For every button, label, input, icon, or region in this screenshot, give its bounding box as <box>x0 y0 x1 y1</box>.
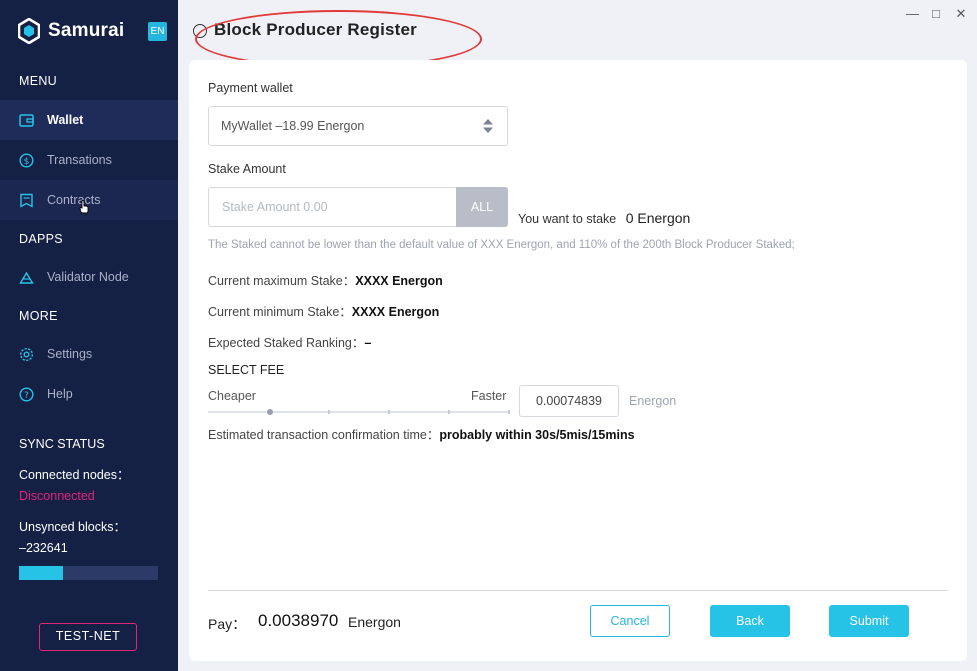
gear-icon <box>19 347 34 361</box>
stake-amount-input[interactable] <box>208 187 457 227</box>
sidebar-item-label: Wallet <box>47 113 84 127</box>
fee-cheaper-label: Cheaper <box>208 389 256 403</box>
sidebar-item-label: Settings <box>47 347 93 361</box>
submit-button[interactable]: Submit <box>829 605 909 637</box>
brand[interactable]: Samurai <box>18 18 124 44</box>
more-section-title: MORE <box>19 309 58 323</box>
fee-slider-track[interactable] <box>208 410 510 414</box>
sidebar-item-label: Validator Node <box>47 270 129 284</box>
sidebar-item-help[interactable]: ? Help <box>0 374 178 414</box>
pay-unit: Energon <box>348 614 401 630</box>
contract-icon <box>20 193 33 208</box>
unsynced-blocks-label: Unsynced blocks： <box>19 520 126 534</box>
sidebar-item-transactions[interactable]: $ Transations <box>0 140 178 180</box>
fee-unit: Energon <box>629 394 677 408</box>
sidebar-item-label: Transations <box>47 153 112 167</box>
want-to-stake: You want to stake 0 Energon <box>518 210 690 226</box>
page-title: Block Producer Register <box>214 20 417 39</box>
sidebar-item-wallet[interactable]: Wallet <box>0 100 178 140</box>
estimated-time: Estimated transaction confirmation time：… <box>208 424 635 443</box>
wallet-icon <box>19 113 34 127</box>
max-stake-label: Current maximum Stake： <box>208 274 356 288</box>
want-to-stake-value: 0 Energon <box>625 210 691 226</box>
sidebar-item-label: Contracts <box>47 193 101 207</box>
menu-section-title: MENU <box>19 74 58 88</box>
hand-cursor-icon <box>79 200 89 214</box>
staked-ranking-value: – <box>364 336 372 350</box>
svg-text:$: $ <box>24 157 30 167</box>
network-button[interactable]: TEST-NET <box>39 623 137 651</box>
fee-input[interactable]: 0.00074839 <box>519 385 619 417</box>
slider-tick <box>448 410 450 414</box>
app-name: Samurai <box>48 20 125 41</box>
fee-slider-thumb[interactable] <box>267 409 273 415</box>
staked-ranking: Expected Staked Ranking：– <box>208 332 371 351</box>
language-switch[interactable]: EN <box>148 22 167 41</box>
sidebar: Samurai EN MENU Wallet $ Transations Con… <box>0 0 178 671</box>
samurai-logo-icon <box>18 18 40 44</box>
select-arrows-icon <box>483 119 493 133</box>
maximize-icon[interactable]: □ <box>930 6 942 21</box>
min-stake: Current minimum Stake：XXXX Energon <box>208 301 439 320</box>
sidebar-item-label: Help <box>47 387 73 401</box>
validator-icon <box>19 271 34 284</box>
connected-nodes-label: Connected nodes： <box>19 468 130 482</box>
payment-wallet-label: Payment wallet <box>208 81 293 95</box>
slider-tick <box>388 410 390 414</box>
close-icon[interactable]: ✕ <box>955 6 967 22</box>
dollar-circle-icon: $ <box>19 152 34 168</box>
sync-progress-bar <box>19 566 158 580</box>
connection-status: Disconnected <box>19 489 95 503</box>
min-stake-label: Current minimum Stake： <box>208 305 352 319</box>
footer-divider <box>208 590 948 591</box>
max-stake-value: XXXX Energon <box>355 274 443 288</box>
fee-faster-label: Faster <box>471 389 507 403</box>
estimated-time-value: probably within 30s/5mis/15mins <box>439 428 635 442</box>
pay-amount: 0.0038970 <box>258 611 339 630</box>
cancel-button[interactable]: Cancel <box>590 605 670 637</box>
sidebar-item-validator-node[interactable]: Validator Node <box>0 257 178 297</box>
dapps-section-title: DAPPS <box>19 232 63 246</box>
back-button[interactable]: Back <box>710 605 790 637</box>
select-fee-label: SELECT FEE <box>208 363 285 377</box>
pay-label: Pay： <box>208 616 247 632</box>
max-stake: Current maximum Stake：XXXX Energon <box>208 270 443 289</box>
want-to-stake-label: You want to stake <box>518 212 617 226</box>
stake-amount-label: Stake Amount <box>208 162 286 176</box>
unsynced-blocks-value: –232641 <box>19 541 68 555</box>
slider-tick <box>328 410 330 414</box>
wallet-select[interactable]: MyWallet –18.99 Energon <box>208 106 508 146</box>
svg-text:?: ? <box>24 391 29 401</box>
sidebar-item-contracts[interactable]: Contracts <box>0 180 178 220</box>
stake-hint: The Staked cannot be lower than the defa… <box>208 239 795 251</box>
form-card <box>189 60 967 661</box>
back-arrow-icon[interactable] <box>193 24 207 38</box>
help-icon: ? <box>19 386 34 402</box>
slider-tick <box>508 410 510 414</box>
sync-status-title: SYNC STATUS <box>19 437 105 451</box>
minimize-icon[interactable]: — <box>906 6 919 21</box>
estimated-time-label: Estimated transaction confirmation time： <box>208 428 440 442</box>
wallet-select-value: MyWallet –18.99 Energon <box>221 119 365 133</box>
sidebar-item-settings[interactable]: Settings <box>0 334 178 374</box>
stake-all-button[interactable]: ALL <box>456 187 508 227</box>
sync-progress-fill <box>19 566 64 580</box>
staked-ranking-label: Expected Staked Ranking： <box>208 336 365 350</box>
min-stake-value: XXXX Energon <box>351 305 440 319</box>
